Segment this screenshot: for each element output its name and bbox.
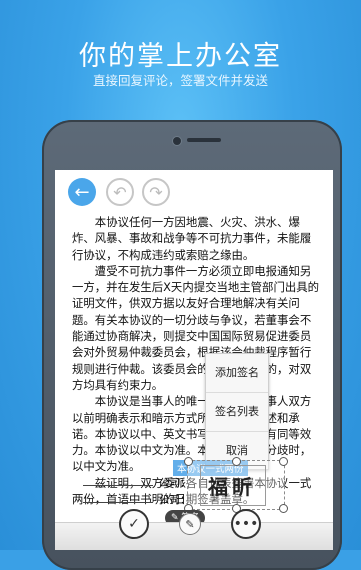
- redo-icon: ↷: [149, 182, 163, 202]
- promo-headline: 你的掌上办公室: [79, 41, 282, 72]
- signature-line-1: 公司：: [83, 475, 191, 490]
- bottom-action-bar: ✓ ✎ •••: [55, 509, 333, 550]
- company-label: 公司：: [159, 477, 191, 489]
- signature-box[interactable]: 福昕: [184, 457, 288, 513]
- signature-context-menu: 添加签名 签名列表 取消: [205, 353, 269, 470]
- checkmark-icon: ✓: [128, 516, 140, 532]
- doc-paragraph: 本协议任何一方因地震、火灾、洪水、爆炸、风暴、事故和战争等不可抗力事件，未能履行…: [72, 215, 312, 262]
- camera-icon: [172, 136, 182, 146]
- undo-icon: ↶: [113, 182, 127, 202]
- resize-handle[interactable]: [232, 457, 241, 466]
- signature-text: 福昕: [200, 465, 266, 506]
- menu-add-signature[interactable]: 添加签名: [206, 354, 268, 393]
- promo-subheadline: 直接回复评论，签署文件并发送: [92, 73, 268, 88]
- speaker-grille: [187, 138, 221, 142]
- more-icon: •••: [233, 516, 259, 532]
- back-button[interactable]: ←: [68, 178, 96, 206]
- pen-button[interactable]: ✎: [179, 513, 201, 535]
- doc-paragraph: 遭受不可抗力事件一方必须立即电报通知另一方，并在发生后X天内提交当地主管部门出具…: [72, 263, 320, 392]
- resize-handle[interactable]: [279, 457, 288, 466]
- undo-button[interactable]: ↶: [106, 178, 134, 206]
- resize-handle[interactable]: [279, 504, 288, 513]
- more-button[interactable]: •••: [231, 509, 261, 539]
- redo-button[interactable]: ↷: [142, 178, 170, 206]
- pen-icon: ✎: [185, 517, 195, 531]
- arrow-left-icon: ←: [74, 181, 90, 203]
- confirm-button[interactable]: ✓: [119, 509, 149, 539]
- resize-handle[interactable]: [184, 457, 193, 466]
- menu-signature-list[interactable]: 签名列表: [206, 393, 268, 432]
- signature-line-2: 公司：: [83, 492, 191, 507]
- app-screen: ← ↶ ↷ 本协议任何一方因地震、火灾、洪水、爆炸、风暴、事故和战争等不可抗力事…: [55, 170, 333, 550]
